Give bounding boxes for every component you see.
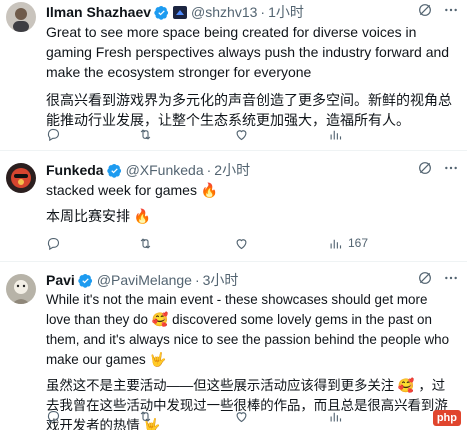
author-handle[interactable]: @shzhv13 <box>191 4 257 20</box>
tweet-text-zh-1: 虽然这不是主要活动——但这些展示活动应该得到更多关注 <box>46 378 395 393</box>
author-handle[interactable]: @XFunkeda <box>126 162 204 178</box>
avatar[interactable] <box>6 163 36 193</box>
more-icon[interactable] <box>443 2 459 18</box>
reply-icon <box>47 237 60 250</box>
smiling-hearts-emoji-icon: 🥰 <box>397 378 415 393</box>
reply-button[interactable] <box>46 409 61 424</box>
like-icon <box>236 411 247 422</box>
more-icon[interactable] <box>443 160 459 176</box>
tweet-2-body: stacked week for games 🔥 本周比赛安排 🔥 <box>46 180 455 234</box>
affiliate-badge-icon <box>173 6 188 19</box>
avatar[interactable] <box>6 274 36 304</box>
author-handle[interactable]: @PaviMelange <box>97 272 192 288</box>
avatar[interactable] <box>6 2 36 32</box>
php-logo-icon: php <box>432 410 461 426</box>
like-button[interactable] <box>234 236 249 251</box>
tweet-1-header: Ilman Shazhaev @shzhv13 · 1小时 <box>46 2 459 22</box>
retweet-button[interactable] <box>138 236 153 251</box>
tweet-text-zh: 本周比赛安排 <box>46 208 130 224</box>
author-name[interactable]: Funkeda <box>46 162 104 178</box>
tweet-1-body: Great to see more space being created fo… <box>46 22 455 138</box>
verified-badge-icon <box>106 163 121 178</box>
reply-button[interactable] <box>46 127 61 142</box>
more-icon[interactable] <box>443 270 459 286</box>
fire-emoji-icon: 🔥 <box>200 182 219 198</box>
verified-badge-icon <box>78 273 92 288</box>
tweet-3-actions <box>46 406 459 426</box>
retweet-icon <box>140 237 151 249</box>
retweet-icon <box>140 410 151 422</box>
views-icon <box>330 130 342 139</box>
views-count: 167 <box>348 236 369 250</box>
tweet-2-actions: 167 <box>46 233 459 253</box>
tweet-text-en: Great to see more space being created fo… <box>46 24 450 80</box>
reply-icon <box>47 410 60 423</box>
reply-button[interactable] <box>46 236 61 251</box>
tweet-1-actions <box>46 124 459 144</box>
views-icon <box>330 239 342 248</box>
grok-icon[interactable] <box>417 270 433 286</box>
timestamp[interactable]: 1小时 <box>268 2 304 22</box>
views-button[interactable]: 167 <box>328 236 368 251</box>
like-button[interactable] <box>234 127 249 142</box>
smiling-hearts-emoji-icon: 🥰 <box>151 312 169 327</box>
tweet-text-en: stacked week for games <box>46 182 197 198</box>
verified-badge-icon <box>154 5 169 20</box>
love-you-gesture-emoji-icon: 🤟 <box>149 352 167 367</box>
author-name[interactable]: Ilman Shazhaev <box>46 4 151 20</box>
tweet-2-header: Funkeda @XFunkeda · 2小时 <box>46 160 459 180</box>
like-button[interactable] <box>234 409 249 424</box>
views-button[interactable] <box>328 127 343 142</box>
fire-emoji-icon: 🔥 <box>133 208 152 224</box>
separator: · <box>260 4 266 20</box>
tweet-3-header: Pavi @PaviMelange · 3小时 <box>46 270 459 290</box>
reply-icon <box>47 128 60 141</box>
retweet-icon <box>140 128 151 140</box>
views-button[interactable] <box>328 409 343 424</box>
watermark: php <box>432 410 461 426</box>
like-icon <box>236 238 247 249</box>
timestamp[interactable]: 3小时 <box>203 270 239 290</box>
like-icon <box>236 129 247 140</box>
views-icon <box>330 412 342 421</box>
grok-icon[interactable] <box>417 2 433 18</box>
grok-icon[interactable] <box>417 160 433 176</box>
author-name[interactable]: Pavi <box>46 272 75 288</box>
retweet-button[interactable] <box>138 409 153 424</box>
retweet-button[interactable] <box>138 127 153 142</box>
timestamp[interactable]: 2小时 <box>214 160 250 180</box>
separator: · <box>206 162 212 178</box>
separator: · <box>194 272 200 288</box>
